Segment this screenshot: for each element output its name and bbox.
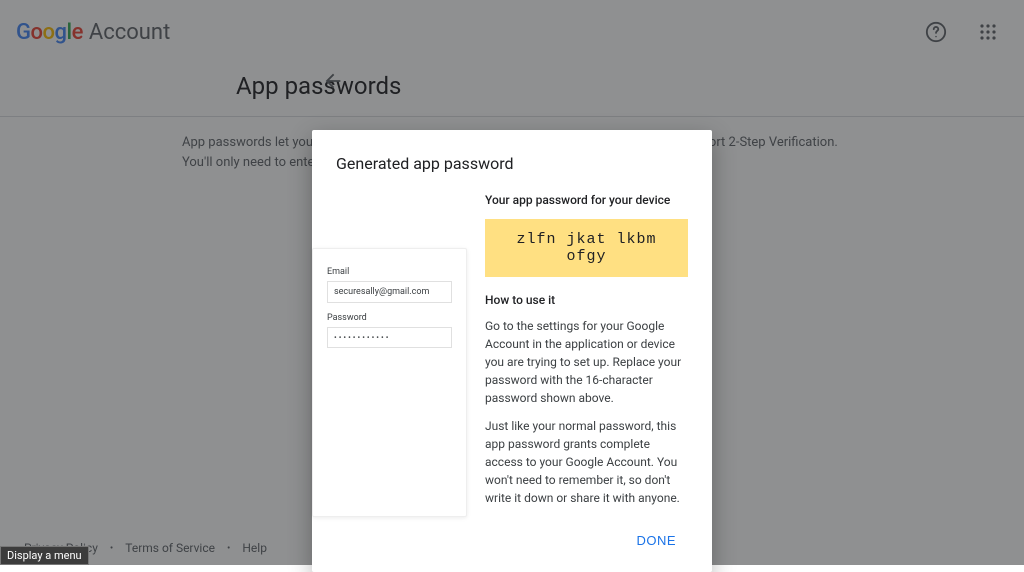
- example-email-value: securesally@gmail.com: [327, 281, 452, 303]
- generated-password-box: zlfn jkat lkbm ofgy: [485, 219, 688, 277]
- dialog-actions: DONE: [336, 525, 688, 556]
- status-tooltip: Display a menu: [0, 546, 89, 565]
- device-password-label: Your app password for your device: [485, 193, 688, 207]
- dialog-right-column: Your app password for your device zlfn j…: [485, 193, 688, 517]
- dialog-body: Email securesally@gmail.com Password •••…: [336, 193, 688, 517]
- dialog-title: Generated app password: [336, 154, 688, 173]
- howto-paragraph-2: Just like your normal password, this app…: [485, 417, 688, 507]
- example-email-label: Email: [327, 267, 452, 277]
- modal-overlay: Generated app password Email securesally…: [0, 0, 1024, 565]
- example-password-value: ••••••••••••: [327, 327, 452, 348]
- generated-password-dialog: Generated app password Email securesally…: [312, 130, 712, 572]
- done-button[interactable]: DONE: [624, 525, 688, 556]
- example-password-label: Password: [327, 313, 452, 323]
- howto-paragraph-1: Go to the settings for your Google Accou…: [485, 317, 688, 407]
- howto-title: How to use it: [485, 293, 688, 307]
- example-login-card: Email securesally@gmail.com Password •••…: [312, 248, 467, 517]
